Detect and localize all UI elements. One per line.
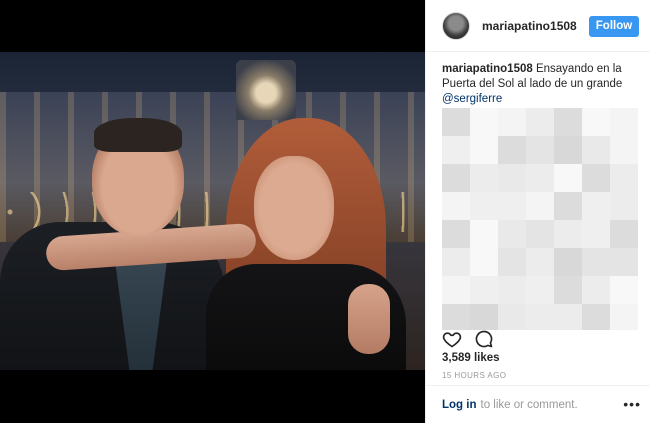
- pixel-block: [498, 164, 526, 192]
- post-caption: mariapatino1508 Ensayando en la Puerta d…: [442, 62, 638, 107]
- pixel-block: [610, 136, 638, 164]
- pixel-block: [442, 136, 470, 164]
- pixel-block: [470, 304, 498, 330]
- pixel-block: [582, 108, 610, 136]
- comment-icon[interactable]: [474, 329, 494, 349]
- pixel-block: [526, 304, 554, 330]
- pixel-block: [470, 220, 498, 248]
- pixel-block: [582, 164, 610, 192]
- likes-count[interactable]: 3,589 likes: [442, 352, 500, 364]
- pixel-block: [610, 164, 638, 192]
- pixel-block: [554, 248, 582, 276]
- pixel-block: [610, 276, 638, 304]
- post-timestamp[interactable]: 15 HOURS AGO: [442, 371, 506, 380]
- pixel-block: [582, 304, 610, 330]
- pixel-block: [470, 192, 498, 220]
- pixel-block: [442, 248, 470, 276]
- login-suffix: to like or comment.: [480, 398, 578, 411]
- pixel-block: [442, 108, 470, 136]
- more-options-icon[interactable]: •••: [623, 397, 641, 411]
- pixel-block: [526, 220, 554, 248]
- pixel-block: [582, 248, 610, 276]
- photo-man-hair: [94, 118, 182, 152]
- post-actions: [442, 328, 642, 350]
- pixel-block: [554, 108, 582, 136]
- login-footer: Log in to like or comment. •••: [426, 385, 650, 423]
- pixel-block: [554, 304, 582, 330]
- pixel-block: [526, 164, 554, 192]
- follow-button[interactable]: Follow: [589, 16, 639, 37]
- pixel-block: [470, 108, 498, 136]
- pixel-block: [470, 164, 498, 192]
- pixel-block: [610, 108, 638, 136]
- pixel-block: [470, 136, 498, 164]
- pixel-block: [610, 220, 638, 248]
- avatar[interactable]: [442, 11, 470, 40]
- pixel-block: [498, 136, 526, 164]
- heart-icon[interactable]: [442, 329, 462, 349]
- post-photo[interactable]: [0, 52, 425, 370]
- pixel-block: [610, 304, 638, 330]
- pixel-block: [554, 136, 582, 164]
- pixel-block: [442, 276, 470, 304]
- pixel-block: [554, 220, 582, 248]
- caption-username[interactable]: mariapatino1508: [442, 63, 533, 75]
- pixel-block: [610, 248, 638, 276]
- post-sidebar: mariapatino1508 Follow mariapatino1508 E…: [425, 0, 650, 423]
- header-username[interactable]: mariapatino1508: [482, 19, 577, 33]
- pixel-block: [498, 108, 526, 136]
- pixel-block: [470, 248, 498, 276]
- pixel-block: [582, 276, 610, 304]
- pixel-block: [442, 192, 470, 220]
- pixel-block: [554, 276, 582, 304]
- pixel-block: [582, 136, 610, 164]
- pixel-block: [526, 108, 554, 136]
- pixel-block: [442, 304, 470, 330]
- photo-woman-face: [254, 156, 334, 260]
- post-photo-pane: [0, 0, 425, 423]
- pixel-block: [582, 220, 610, 248]
- pixelated-comments-area: [442, 108, 650, 330]
- pixel-block: [498, 220, 526, 248]
- pixel-block: [498, 304, 526, 330]
- pixel-block: [442, 220, 470, 248]
- pixel-block: [582, 192, 610, 220]
- pixel-block: [526, 276, 554, 304]
- pixel-block: [526, 136, 554, 164]
- pixel-block: [470, 276, 498, 304]
- pixel-block: [498, 276, 526, 304]
- pixel-block: [526, 192, 554, 220]
- pixel-block: [610, 192, 638, 220]
- pixel-block: [554, 192, 582, 220]
- photo-woman-shoulder: [348, 284, 390, 354]
- pixel-block: [498, 248, 526, 276]
- pixel-block: [442, 164, 470, 192]
- photo-clock-tower: [236, 60, 296, 120]
- caption-mention[interactable]: @sergiferre: [442, 92, 638, 107]
- pixel-block: [554, 164, 582, 192]
- login-link[interactable]: Log in: [442, 399, 477, 411]
- post-header: mariapatino1508 Follow: [426, 0, 650, 52]
- pixel-block: [498, 192, 526, 220]
- pixel-block: [526, 248, 554, 276]
